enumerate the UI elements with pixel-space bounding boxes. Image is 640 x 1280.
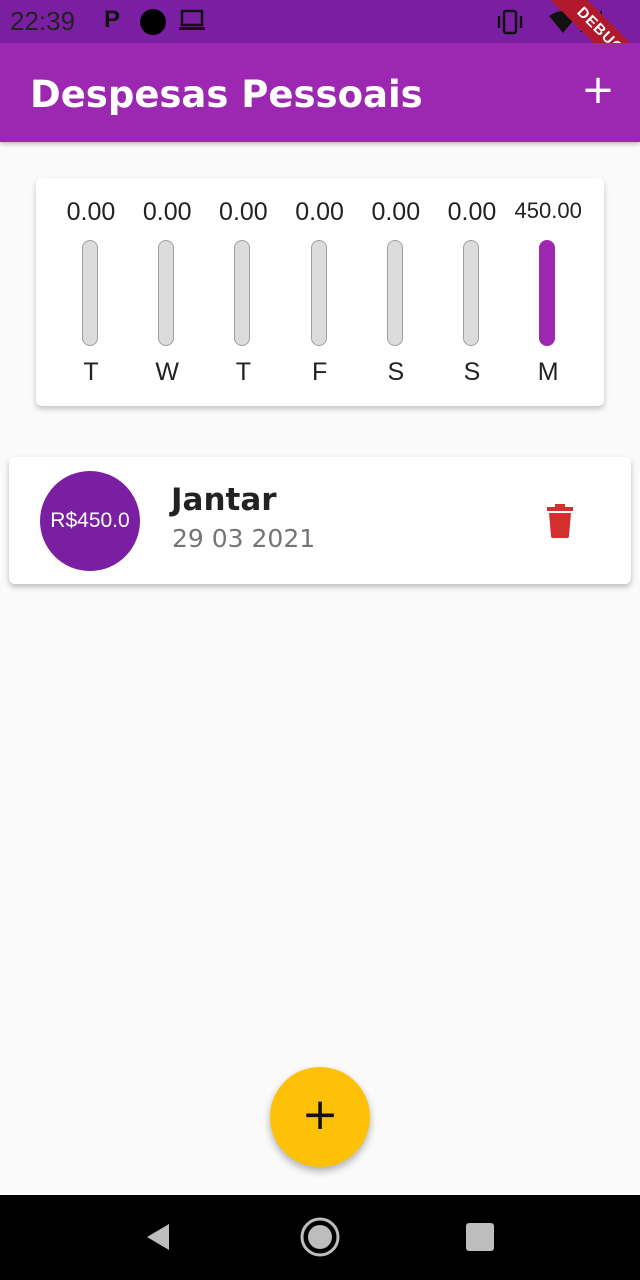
chart-bar-column: 0.00 F xyxy=(282,178,358,406)
chart-bar-day: T xyxy=(83,358,99,386)
home-icon[interactable] xyxy=(299,1216,341,1262)
chart-bar-day: M xyxy=(537,358,559,386)
status-bar: 22:39 P DEBUG xyxy=(0,0,640,43)
circle-icon xyxy=(140,9,166,35)
chart-bar-amount: 450.00 xyxy=(514,198,582,223)
add-icon[interactable]: + xyxy=(578,70,618,111)
chart-bar-amount: 0.00 xyxy=(447,198,497,226)
transaction-date: 29 03 2021 xyxy=(172,524,316,553)
chart-bar-day: F xyxy=(311,358,328,386)
chart-bar-track xyxy=(310,240,327,346)
app-title: Despesas Pessoais xyxy=(30,73,423,116)
chart-bar-track xyxy=(463,240,479,346)
laptop-icon xyxy=(178,8,206,36)
trash-icon[interactable] xyxy=(544,503,576,539)
chart-bar-column: 0.00 S xyxy=(434,178,510,406)
weekly-chart-card: 0.00 T 0.00 W 0.00 T 0.00 F 0.00 S 0.00 S 450.00 M xyxy=(36,178,604,406)
status-time: 22:39 xyxy=(10,6,76,36)
chart-bar-column: 0.00 T xyxy=(205,178,281,406)
chart-bar-column: 450.00 M xyxy=(510,178,586,406)
navigation-bar xyxy=(0,1195,640,1280)
back-icon[interactable] xyxy=(145,1222,171,1256)
chart-bar-track xyxy=(234,240,251,346)
transaction-card: R$450.0 Jantar 29 03 2021 xyxy=(9,457,631,584)
transaction-amount-avatar: R$450.0 xyxy=(40,471,140,571)
chart-bar-column: 0.00 T xyxy=(53,178,129,406)
p-icon: P xyxy=(104,6,121,33)
chart-bar-track xyxy=(386,240,403,346)
vibrate-icon xyxy=(495,9,525,39)
chart-bar-amount: 0.00 xyxy=(371,198,421,226)
add-transaction-fab[interactable]: + xyxy=(270,1067,370,1167)
chart-bar-column: 0.00 S xyxy=(358,178,434,406)
recent-apps-icon[interactable] xyxy=(466,1223,494,1251)
chart-bar-day: W xyxy=(155,358,179,386)
chart-bar-track xyxy=(82,240,98,346)
chart-bar-amount: 0.00 xyxy=(295,198,344,226)
transaction-title: Jantar xyxy=(171,482,277,518)
chart-bar-amount: 0.00 xyxy=(219,198,268,226)
chart-bar-track xyxy=(158,240,175,346)
chart-bar-day: S xyxy=(463,358,481,386)
chart-bar-column: 0.00 W xyxy=(129,178,205,406)
chart-bar-track xyxy=(539,240,556,346)
chart-bar-fill xyxy=(539,240,556,346)
chart-bar-amount: 0.00 xyxy=(66,198,116,226)
app-bar: Despesas Pessoais + xyxy=(0,43,640,142)
chart-bar-day: T xyxy=(235,358,252,386)
chart-bar-amount: 0.00 xyxy=(142,198,192,226)
chart-bar-day: S xyxy=(387,358,405,386)
